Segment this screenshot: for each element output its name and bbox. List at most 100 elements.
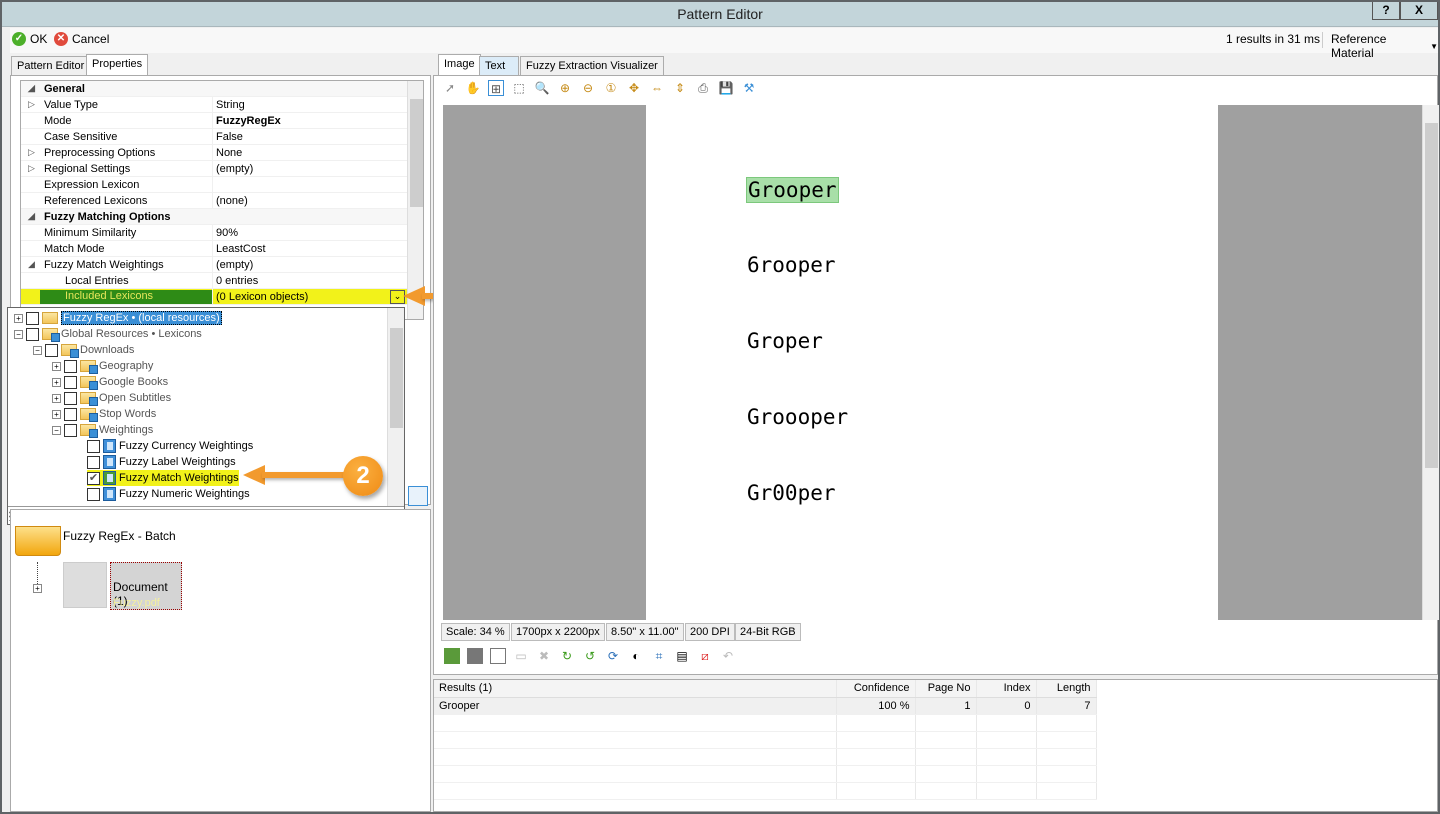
- rotate-left-icon[interactable]: ↻: [559, 648, 575, 664]
- reference-material-dropdown[interactable]: Reference Material ▼: [1331, 32, 1438, 60]
- image-viewer[interactable]: Grooper 6rooper Groper Groooper Gr00per: [443, 105, 1422, 620]
- collapse-icon[interactable]: −: [33, 345, 42, 355]
- tree-item[interactable]: + Geography: [52, 358, 153, 374]
- crop-icon[interactable]: ⌗: [651, 648, 667, 664]
- tree-item[interactable]: + Stop Words: [52, 406, 156, 422]
- hand-icon[interactable]: ✋: [465, 80, 481, 96]
- zoom-page-icon[interactable]: 🔍: [534, 80, 550, 96]
- expand-icon[interactable]: +: [52, 409, 61, 419]
- viewer-scrollbar[interactable]: [1422, 105, 1439, 620]
- expand-icon[interactable]: +: [52, 361, 61, 371]
- tree-item[interactable]: Fuzzy Numeric Weightings: [87, 486, 250, 502]
- property-row[interactable]: Match Mode LeastCost: [21, 241, 407, 257]
- actual-size-icon[interactable]: ①: [603, 80, 619, 96]
- property-row[interactable]: Referenced Lexicons (none): [21, 193, 407, 209]
- property-row[interactable]: Mode FuzzyRegEx: [21, 113, 407, 129]
- column-length[interactable]: Length: [1036, 680, 1097, 698]
- checkbox[interactable]: [64, 391, 77, 405]
- property-scrollbar[interactable]: [407, 81, 423, 319]
- fit-width-icon[interactable]: ⇔: [649, 80, 665, 96]
- column-confidence[interactable]: Confidence: [836, 680, 916, 698]
- tree-item[interactable]: + Open Subtitles: [52, 390, 171, 406]
- checkbox[interactable]: [64, 375, 77, 389]
- property-category[interactable]: ◢ Fuzzy Matching Options: [21, 209, 407, 225]
- collapse-icon[interactable]: −: [14, 329, 23, 339]
- binarize-icon[interactable]: [490, 647, 506, 664]
- select-region-icon[interactable]: ⊞: [488, 80, 504, 96]
- close-button[interactable]: X: [1400, 2, 1438, 20]
- zoom-out-icon[interactable]: ⊖: [580, 80, 596, 96]
- expand-document[interactable]: +: [33, 582, 42, 594]
- property-row[interactable]: ▷ Preprocessing Options None: [21, 145, 407, 161]
- column-index[interactable]: Index: [976, 680, 1037, 698]
- tree-item[interactable]: + Google Books: [52, 374, 168, 390]
- property-row[interactable]: Minimum Similarity 90%: [21, 225, 407, 241]
- property-row[interactable]: Case Sensitive False: [21, 129, 407, 145]
- expander-icon[interactable]: ▷: [28, 99, 35, 110]
- expand-icon[interactable]: +: [14, 313, 23, 323]
- property-row[interactable]: ▷ Regional Settings (empty): [21, 161, 407, 177]
- checkbox[interactable]: [64, 407, 77, 421]
- expander-icon[interactable]: ◢: [28, 211, 35, 222]
- checkbox[interactable]: [26, 311, 39, 325]
- print-icon[interactable]: ⎙: [695, 80, 711, 96]
- tree-item[interactable]: Fuzzy Currency Weightings: [87, 438, 253, 454]
- scrollbar-thumb[interactable]: [390, 328, 403, 428]
- column-results[interactable]: Results (1): [434, 680, 837, 698]
- expander-icon[interactable]: ◢: [28, 259, 35, 270]
- property-row[interactable]: ▷ Value Type String: [21, 97, 407, 113]
- ok-button[interactable]: ✓ OK: [12, 32, 47, 46]
- scrollbar-thumb[interactable]: [1425, 123, 1438, 468]
- pointer-icon[interactable]: ➚: [442, 80, 458, 96]
- tree-item[interactable]: + Fuzzy RegEx • (local resources): [14, 310, 222, 326]
- checkbox[interactable]: ✔: [87, 471, 100, 485]
- zoom-region-icon[interactable]: ⬚: [511, 80, 527, 96]
- tab-image[interactable]: Image: [438, 54, 481, 75]
- pages-icon[interactable]: ▤: [674, 648, 690, 664]
- landscape-icon[interactable]: [444, 647, 460, 664]
- property-row[interactable]: Included Lexicons (0 Lexicon objects) ⌄: [21, 289, 407, 305]
- tree-scrollbar[interactable]: [387, 308, 404, 506]
- property-row[interactable]: Expression Lexicon: [21, 177, 407, 193]
- tree-item[interactable]: − Weightings: [52, 422, 153, 438]
- checkbox[interactable]: [45, 343, 58, 357]
- property-value[interactable]: (0 Lexicon objects): [216, 291, 308, 303]
- expander-icon[interactable]: ◢: [28, 83, 35, 94]
- checkbox[interactable]: [87, 487, 100, 501]
- curve-icon[interactable]: ⧄: [697, 648, 713, 664]
- result-row[interactable]: Grooper 100 % 1 0 7: [434, 697, 1097, 715]
- tab-properties[interactable]: Properties: [86, 54, 149, 75]
- expand-icon[interactable]: +: [52, 377, 61, 387]
- help-button[interactable]: ?: [1372, 2, 1400, 20]
- tree-item[interactable]: ✔ Fuzzy Match Weightings: [87, 470, 239, 486]
- expander-icon[interactable]: ▷: [28, 163, 35, 174]
- tab-pattern-editor[interactable]: Pattern Editor: [11, 56, 91, 75]
- tree-item[interactable]: Fuzzy Label Weightings: [87, 454, 236, 470]
- expand-icon[interactable]: +: [52, 393, 61, 403]
- checkbox[interactable]: [26, 327, 39, 341]
- tree-item[interactable]: − Downloads: [33, 342, 134, 358]
- checkbox[interactable]: [87, 455, 100, 469]
- checkbox[interactable]: [87, 439, 100, 453]
- rotate-right-icon[interactable]: ↺: [582, 648, 598, 664]
- contrast-icon[interactable]: ◐: [628, 648, 644, 664]
- tree-item[interactable]: − Global Resources • Lexicons: [14, 326, 202, 342]
- collapse-icon[interactable]: −: [52, 425, 61, 435]
- checkbox[interactable]: [64, 359, 77, 373]
- fit-height-icon[interactable]: ⇕: [672, 80, 688, 96]
- refresh-icon[interactable]: ⟳: [605, 648, 621, 664]
- zoom-in-icon[interactable]: ⊕: [557, 80, 573, 96]
- column-page-no[interactable]: Page No: [915, 680, 977, 698]
- batch-name[interactable]: Fuzzy RegEx - Batch: [63, 529, 176, 543]
- tab-fuzzy-extraction-visualizer[interactable]: Fuzzy Extraction Visualizer: [520, 56, 664, 75]
- property-row[interactable]: ◢ Fuzzy Match Weightings (empty): [21, 257, 407, 273]
- document-node[interactable]: Document (1) Fuzzy.pdf: [110, 562, 182, 610]
- expander-icon[interactable]: ▷: [28, 147, 35, 158]
- cancel-button[interactable]: ✕ Cancel: [54, 32, 109, 46]
- tools-icon[interactable]: ⚒: [741, 80, 757, 96]
- save-icon[interactable]: 💾: [718, 80, 734, 96]
- fit-page-icon[interactable]: ✥: [626, 80, 642, 96]
- lexicon-editor-button[interactable]: [408, 486, 428, 506]
- property-row[interactable]: Local Entries 0 entries: [21, 273, 407, 289]
- property-category[interactable]: ◢ General: [21, 81, 407, 97]
